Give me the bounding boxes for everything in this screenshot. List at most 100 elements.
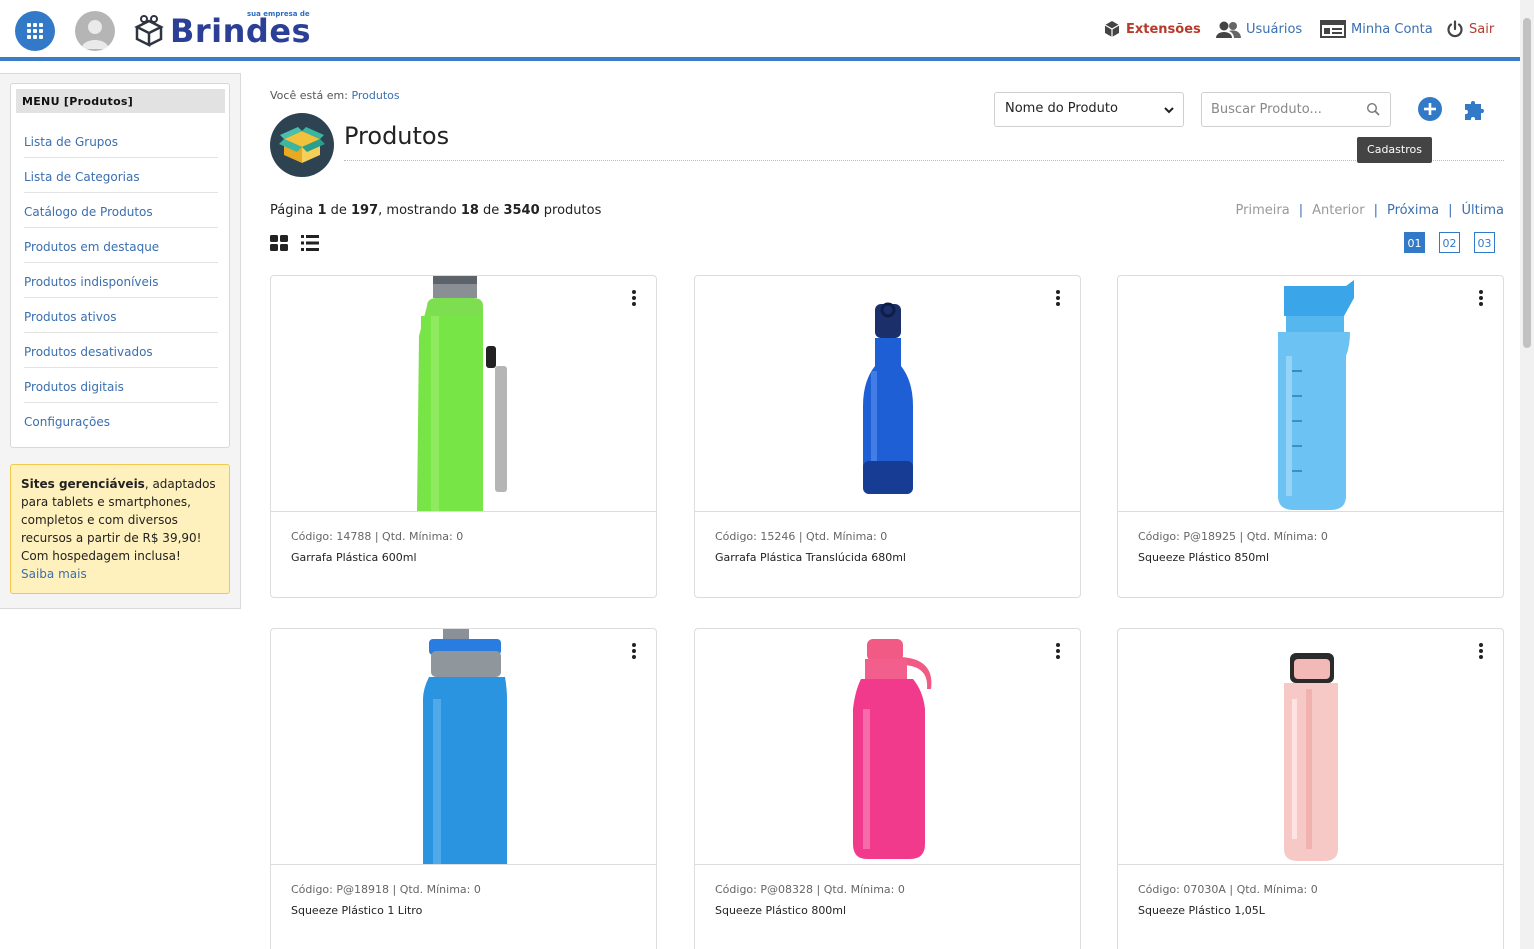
pager-separator: | xyxy=(1448,203,1453,218)
product-card[interactable]: Código: 15246 | Qtd. Mínima: 0 Garrafa P… xyxy=(694,275,1081,598)
products-box-icon xyxy=(270,113,334,177)
sidebar-item-catalog[interactable]: Catálogo de Produtos xyxy=(24,193,218,228)
cube-icon xyxy=(1104,21,1120,37)
pager-label-products: produtos xyxy=(543,203,602,218)
product-meta: Código: 15246 | Qtd. Mínima: 0 xyxy=(715,530,888,543)
search-input[interactable] xyxy=(1211,102,1361,117)
promo-box: Sites gerenciáveis, adaptados para table… xyxy=(10,464,230,594)
users-icon xyxy=(1216,21,1241,38)
sidebar-item-disabled[interactable]: Produtos desativados xyxy=(24,333,218,368)
logo-word: Brindes xyxy=(170,12,312,50)
sidebar-item-digital[interactable]: Produtos digitais xyxy=(24,368,218,403)
sidebar-item-unavailable[interactable]: Produtos indisponíveis xyxy=(24,263,218,298)
pager-last[interactable]: Última xyxy=(1462,203,1504,218)
product-name[interactable]: Squeeze Plástico 1,05L xyxy=(1138,904,1265,917)
add-product-button[interactable] xyxy=(1418,97,1442,121)
search-field-select[interactable]: Nome do Produto xyxy=(994,92,1184,127)
product-name[interactable]: Squeeze Plástico 850ml xyxy=(1138,551,1269,564)
tooltip-cadastros: Cadastros xyxy=(1357,137,1432,163)
sidebar-item-categories[interactable]: Lista de Categorias xyxy=(24,158,218,193)
nav-users-label: Usuários xyxy=(1246,21,1303,37)
search-icon[interactable] xyxy=(1366,102,1380,116)
nav-my-account[interactable]: Minha Conta xyxy=(1320,18,1433,40)
sidebar-item-groups[interactable]: Lista de Grupos xyxy=(24,123,218,158)
product-image[interactable] xyxy=(695,629,1080,865)
card-menu-icon[interactable] xyxy=(631,290,637,306)
card-menu-icon[interactable] xyxy=(1055,643,1061,659)
product-image[interactable] xyxy=(1118,629,1503,865)
pager-separator: | xyxy=(1298,203,1304,218)
card-menu-icon[interactable] xyxy=(1055,290,1061,306)
breadcrumb-link[interactable]: Produtos xyxy=(351,89,399,102)
product-meta: Código: P@08328 | Qtd. Mínima: 0 xyxy=(715,883,905,896)
chevron-down-icon xyxy=(1164,107,1174,114)
page-button-01[interactable]: 01 xyxy=(1404,232,1425,253)
grid-view-icon[interactable] xyxy=(270,235,288,255)
brand-logo[interactable]: sua empresa de Brindes xyxy=(133,10,323,52)
sidebar-item-settings[interactable]: Configurações xyxy=(24,403,218,438)
promo-link[interactable]: Saiba mais xyxy=(21,567,87,581)
product-meta: Código: P@18925 | Qtd. Mínima: 0 xyxy=(1138,530,1328,543)
product-card[interactable]: Código: 07030A | Qtd. Mínima: 0 Squeeze … xyxy=(1117,628,1504,949)
card-menu-icon[interactable] xyxy=(631,643,637,659)
pagination-info: Página 1 de 197, mostrando 18 de 3540 pr… xyxy=(270,203,601,218)
breadcrumb-prefix: Você está em: xyxy=(270,89,348,102)
card-menu-icon[interactable] xyxy=(1478,290,1484,306)
page-button-03[interactable]: 03 xyxy=(1474,232,1495,253)
gift-box-icon xyxy=(134,15,164,48)
pager-total-pages: 197 xyxy=(351,203,379,218)
pager-separator: | xyxy=(1373,203,1378,218)
promo-bold: Sites gerenciáveis xyxy=(21,477,145,491)
pager-total-products: 3540 xyxy=(503,203,540,218)
nav-users[interactable]: Usuários xyxy=(1215,18,1302,40)
power-icon xyxy=(1447,20,1463,38)
nav-account-label: Minha Conta xyxy=(1351,21,1433,37)
pager-first[interactable]: Primeira xyxy=(1236,203,1290,218)
nav-logout[interactable]: Sair xyxy=(1446,18,1494,40)
list-view-icon[interactable] xyxy=(301,235,319,255)
pager-label-showing: , mostrando xyxy=(378,203,457,218)
product-card[interactable]: Código: P@08328 | Qtd. Mínima: 0 Squeeze… xyxy=(694,628,1081,949)
pager-label-of: de xyxy=(330,203,347,218)
page-button-02[interactable]: 02 xyxy=(1439,232,1460,253)
puzzle-icon[interactable] xyxy=(1462,96,1488,126)
account-card-icon xyxy=(1320,20,1346,38)
scrollbar-thumb[interactable] xyxy=(1523,18,1531,348)
product-image[interactable] xyxy=(271,276,656,512)
title-divider xyxy=(344,160,1504,161)
pager-current: 1 xyxy=(317,203,327,218)
product-image[interactable] xyxy=(1118,276,1503,512)
product-image[interactable] xyxy=(271,629,656,865)
sidebar-item-featured[interactable]: Produtos em destaque xyxy=(24,228,218,263)
product-card[interactable]: Código: P@18925 | Qtd. Mínima: 0 Squeeze… xyxy=(1117,275,1504,598)
nav-logout-label: Sair xyxy=(1469,21,1495,37)
product-name[interactable]: Garrafa Plástica Translúcida 680ml xyxy=(715,551,906,564)
product-card[interactable]: Código: 14788 | Qtd. Mínima: 0 Garrafa P… xyxy=(270,275,657,598)
breadcrumb: Você está em: Produtos xyxy=(270,89,400,102)
product-name[interactable]: Squeeze Plástico 800ml xyxy=(715,904,846,917)
pager-label-of2: de xyxy=(483,203,500,218)
sidebar: MENU [Produtos] Lista de Grupos Lista de… xyxy=(0,73,241,609)
search-box xyxy=(1201,92,1391,127)
avatar[interactable] xyxy=(75,11,115,51)
nav-extensions-label: Extensões xyxy=(1126,21,1201,37)
pager-shown: 18 xyxy=(460,203,479,218)
page-title: Produtos xyxy=(344,122,450,150)
pager-next[interactable]: Próxima xyxy=(1387,203,1439,218)
product-name[interactable]: Squeeze Plástico 1 Litro xyxy=(291,904,422,917)
nav-extensions[interactable]: Extensões xyxy=(1103,18,1201,40)
sidebar-item-active[interactable]: Produtos ativos xyxy=(24,298,218,333)
pagination-links: Primeira | Anterior | Próxima | Última xyxy=(1236,203,1504,218)
pager-previous[interactable]: Anterior xyxy=(1312,203,1364,218)
product-meta: Código: 07030A | Qtd. Mínima: 0 xyxy=(1138,883,1318,896)
product-card[interactable]: Código: P@18918 | Qtd. Mínima: 0 Squeeze… xyxy=(270,628,657,949)
pager-label: Página xyxy=(270,203,314,218)
product-image[interactable] xyxy=(695,276,1080,512)
card-menu-icon[interactable] xyxy=(1478,643,1484,659)
product-meta: Código: P@18918 | Qtd. Mínima: 0 xyxy=(291,883,481,896)
product-name[interactable]: Garrafa Plástica 600ml xyxy=(291,551,417,564)
top-header: sua empresa de Brindes Extensões Usuário… xyxy=(0,0,1520,61)
plus-icon xyxy=(1424,103,1436,115)
sidebar-menu: MENU [Produtos] Lista de Grupos Lista de… xyxy=(10,83,230,448)
apps-grid-icon[interactable] xyxy=(15,11,55,51)
